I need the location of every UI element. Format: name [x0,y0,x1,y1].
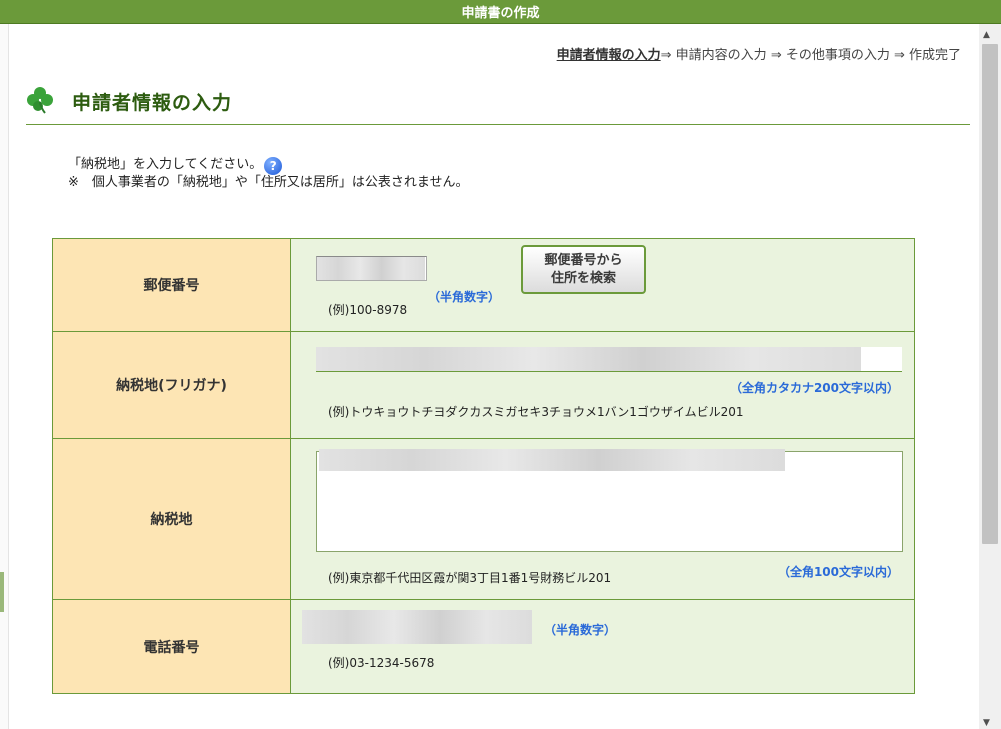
postal-code-label: 郵便番号 [53,239,291,331]
section-heading: 申請者情報の入力 [26,84,970,125]
address-kana-example: (例)トウキョウトチヨダクカスミガセキ3チョウメ1バン1ゴウザイムビル201 [328,405,744,419]
postal-code-value-redacted [317,257,425,280]
window-title-bar: 申請書の作成 [0,0,1001,24]
phone-input[interactable] [302,610,532,644]
postal-code-hint: （半角数字） [428,290,501,304]
scrollbar-thumb[interactable] [982,44,998,544]
row-phone: 電話番号 （半角数字） (例)03-1234-5678 [53,600,914,693]
instruction-line-2: ※ 個人事業者の「納税地」や「住所又は居所」は公表されません。 [68,175,469,190]
instructions: 「納税地」を入力してください。? ※ 個人事業者の「納税地」や「住所又は居所」は… [68,157,469,191]
phone-hint: （半角数字） [544,623,617,637]
address-kana-cell: （全角カタカナ200文字以内） (例)トウキョウトチヨダクカスミガセキ3チョウメ… [291,332,914,438]
search-address-by-postal-button[interactable]: 郵便番号から 住所を検索 [521,245,646,294]
phone-label: 電話番号 [53,600,291,693]
window-title: 申請書の作成 [461,6,540,21]
row-postal-code: 郵便番号 （半角数字） (例)100-8978 郵便番号から 住所を検索 [53,239,914,332]
address-example: (例)東京都千代田区霞が関3丁目1番1号財務ビル201 [328,571,612,585]
row-address-kana: 納税地(フリガナ) （全角カタカナ200文字以内） (例)トウキョウトチヨダクカ… [53,332,914,439]
phone-cell: （半角数字） (例)03-1234-5678 [291,600,914,693]
progress-steps: 申請者情報の入力⇒ 申請内容の入力 ⇒ その他事項の入力 ⇒ 作成完了 [557,44,961,63]
left-frame-edge [0,24,9,729]
address-kana-label: 納税地(フリガナ) [53,332,291,438]
applicant-form: 郵便番号 （半角数字） (例)100-8978 郵便番号から 住所を検索 納税地… [52,238,915,694]
scroll-down-arrow-icon[interactable]: ▼ [983,718,990,728]
address-label: 納税地 [53,439,291,599]
instruction-line-1: 「納税地」を入力してください。 [68,157,263,172]
address-kana-hint: （全角カタカナ200文字以内） [729,381,899,395]
postal-code-input[interactable] [316,256,427,281]
address-textarea[interactable] [316,449,903,552]
address-value-redacted [319,449,785,471]
postal-code-example: (例)100-8978 [328,303,408,317]
scroll-up-arrow-icon[interactable]: ▲ [983,30,990,40]
postal-code-cell: （半角数字） (例)100-8978 郵便番号から 住所を検索 [291,239,914,331]
help-icon[interactable]: ? [264,157,283,175]
address-cell: （全角100文字以内） (例)東京都千代田区霞が関3丁目1番1号財務ビル201 [291,439,914,599]
left-frame-marker [0,572,4,612]
clover-icon [27,87,53,114]
step-current: 申請者情報の入力 [556,48,661,63]
row-address: 納税地 （全角100文字以内） (例)東京都千代田区霞が関3丁目1番1号財務ビル… [53,439,914,600]
address-kana-value-redacted [316,347,861,371]
address-kana-input[interactable] [316,347,902,372]
step-remaining: ⇒ 申請内容の入力 ⇒ その他事項の入力 ⇒ 作成完了 [660,48,961,63]
page-title: 申請者情報の入力 [72,92,233,114]
address-hint: （全角100文字以内） [777,565,899,579]
phone-value-redacted [302,610,532,644]
phone-example: (例)03-1234-5678 [328,656,435,670]
